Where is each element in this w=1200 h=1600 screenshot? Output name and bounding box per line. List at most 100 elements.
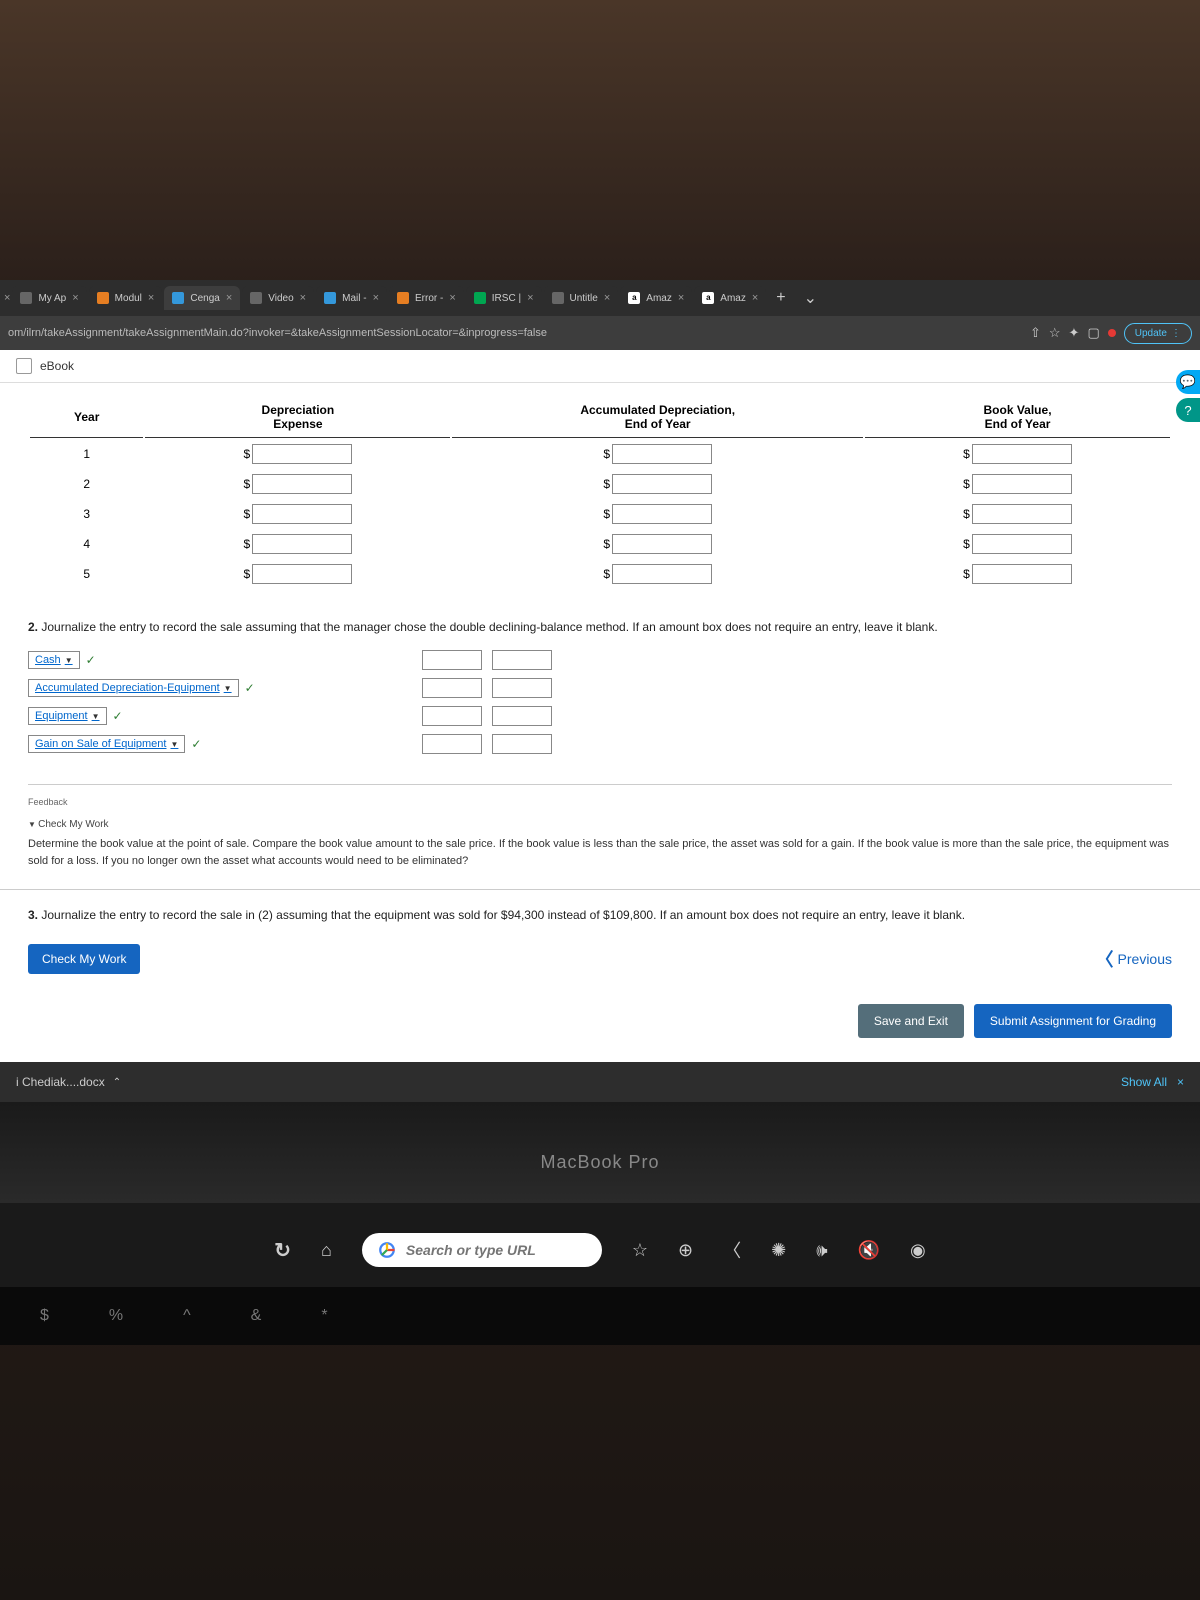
close-icon[interactable]: ×: [226, 292, 232, 304]
dock-area: ↻ ⌂ ☆ ⊕ 〈 ✺ 🕪 🔇 ◉: [0, 1203, 1200, 1287]
feedback-text: Determine the book value at the point of…: [28, 836, 1172, 881]
show-all-downloads[interactable]: Show All ×: [1121, 1075, 1184, 1089]
year-cell: 4: [30, 530, 143, 558]
accumulated-input[interactable]: [612, 474, 712, 494]
close-icon[interactable]: ×: [1177, 1075, 1184, 1089]
debit-input[interactable]: [422, 678, 482, 698]
accumulated-input[interactable]: [612, 504, 712, 524]
chevron-down-icon: ▼: [92, 712, 100, 721]
question-3: 3. Journalize the entry to record the sa…: [0, 889, 1200, 932]
question-2: 2. Journalize the entry to record the sa…: [0, 602, 1200, 644]
save-and-exit-button[interactable]: Save and Exit: [858, 1004, 964, 1038]
book-value-input[interactable]: [972, 504, 1072, 524]
brightness-icon[interactable]: ✺: [771, 1240, 786, 1261]
browser-tab[interactable]: Video×: [242, 286, 314, 310]
debit-input[interactable]: [422, 734, 482, 754]
browser-tab[interactable]: IRSC |×: [466, 286, 542, 310]
submit-assignment-button[interactable]: Submit Assignment for Grading: [974, 1004, 1172, 1038]
col-depreciation: DepreciationExpense: [145, 397, 450, 438]
star-icon[interactable]: ☆: [1049, 325, 1061, 341]
browser-tab[interactable]: Error -×: [389, 286, 464, 310]
credit-input[interactable]: [492, 734, 552, 754]
share-icon[interactable]: ⇧: [1030, 325, 1041, 341]
book-value-input[interactable]: [972, 474, 1072, 494]
book-value-input[interactable]: [972, 564, 1072, 584]
browser-tab[interactable]: My Ap×: [12, 286, 86, 310]
browser-tab[interactable]: Modul×: [89, 286, 163, 310]
close-icon[interactable]: ×: [678, 292, 684, 304]
col-book-value: Book Value,End of Year: [865, 397, 1170, 438]
mute-icon[interactable]: 🔇: [858, 1240, 880, 1261]
reload-icon[interactable]: ↻: [274, 1238, 291, 1263]
debit-input[interactable]: [422, 650, 482, 670]
close-icon[interactable]: ×: [148, 292, 154, 304]
ebook-link[interactable]: eBook: [40, 359, 74, 373]
update-button[interactable]: Update ⋮: [1124, 323, 1192, 344]
new-tab-button[interactable]: +: [768, 289, 793, 307]
siri-icon[interactable]: ◉: [910, 1240, 926, 1261]
star-icon[interactable]: ☆: [632, 1240, 648, 1261]
close-icon[interactable]: ×: [604, 292, 610, 304]
close-icon[interactable]: ×: [752, 292, 758, 304]
download-item[interactable]: i Chediak....docx ⌃: [16, 1075, 121, 1089]
close-icon[interactable]: ×: [4, 292, 10, 304]
volume-icon[interactable]: 🕪: [816, 1240, 827, 1261]
depreciation-input[interactable]: [252, 444, 352, 464]
browser-tab[interactable]: Mail -×: [316, 286, 387, 310]
account-select[interactable]: Gain on Sale of Equipment▼: [28, 735, 185, 753]
table-row: 3 $ $ $: [30, 500, 1170, 528]
search-box[interactable]: [362, 1233, 602, 1267]
depreciation-input[interactable]: [252, 564, 352, 584]
search-input[interactable]: [406, 1242, 586, 1258]
close-icon[interactable]: ×: [527, 292, 533, 304]
help-chat-icon[interactable]: 💬: [1176, 370, 1200, 394]
credit-input[interactable]: [492, 706, 552, 726]
help-question-icon[interactable]: ?: [1176, 398, 1200, 422]
depreciation-input[interactable]: [252, 474, 352, 494]
assignment-content: eBook Year DepreciationExpense Accumulat…: [0, 350, 1200, 1062]
accumulated-input[interactable]: [612, 444, 712, 464]
book-value-input[interactable]: [972, 534, 1072, 554]
close-icon[interactable]: ×: [72, 292, 78, 304]
browser-tab[interactable]: aAmaz×: [694, 286, 766, 310]
record-icon[interactable]: [1108, 329, 1116, 337]
book-value-input[interactable]: [972, 444, 1072, 464]
close-icon[interactable]: ×: [449, 292, 455, 304]
browser-tab[interactable]: Cenga×: [164, 286, 240, 310]
journal-row: Gain on Sale of Equipment▼ ✓: [28, 732, 1172, 756]
depreciation-input[interactable]: [252, 504, 352, 524]
url-text[interactable]: om/ilrn/takeAssignment/takeAssignmentMai…: [8, 327, 1022, 339]
browser-tab[interactable]: aAmaz×: [620, 286, 692, 310]
year-cell: 3: [30, 500, 143, 528]
check-my-work-toggle[interactable]: Check My Work: [28, 819, 1172, 830]
account-select[interactable]: Cash▼: [28, 651, 80, 669]
previous-button[interactable]: 〈 Previous: [1096, 946, 1172, 972]
chevron-down-icon: ▼: [170, 740, 178, 749]
credit-input[interactable]: [492, 650, 552, 670]
browser-tab[interactable]: Untitle×: [544, 286, 619, 310]
debit-input[interactable]: [422, 706, 482, 726]
home-icon[interactable]: ⌂: [321, 1240, 332, 1261]
accumulated-input[interactable]: [612, 534, 712, 554]
add-icon[interactable]: ⊕: [678, 1240, 693, 1261]
window-icon[interactable]: ▢: [1087, 325, 1099, 341]
account-select[interactable]: Equipment▼: [28, 707, 107, 725]
extension-icon[interactable]: ✦: [1069, 325, 1080, 341]
close-icon[interactable]: ×: [373, 292, 379, 304]
account-select[interactable]: Accumulated Depreciation-Equipment▼: [28, 679, 239, 697]
table-row: 5 $ $ $: [30, 560, 1170, 588]
chevron-up-icon: ⌃: [113, 1077, 121, 1088]
accumulated-input[interactable]: [612, 564, 712, 584]
table-row: 4 $ $ $: [30, 530, 1170, 558]
tab-list-chevron-icon[interactable]: ⌄: [796, 288, 825, 308]
ebook-icon[interactable]: [16, 358, 32, 374]
check-icon: ✓: [245, 681, 255, 695]
check-my-work-button[interactable]: Check My Work: [28, 944, 140, 974]
close-icon[interactable]: ×: [300, 292, 306, 304]
check-icon: ✓: [113, 709, 123, 723]
back-icon[interactable]: 〈: [723, 1237, 741, 1263]
depreciation-input[interactable]: [252, 534, 352, 554]
table-row: 1 $ $ $: [30, 440, 1170, 468]
journal-entry-section: Cash▼ ✓ Accumulated Depreciation-Equipme…: [0, 644, 1200, 776]
credit-input[interactable]: [492, 678, 552, 698]
